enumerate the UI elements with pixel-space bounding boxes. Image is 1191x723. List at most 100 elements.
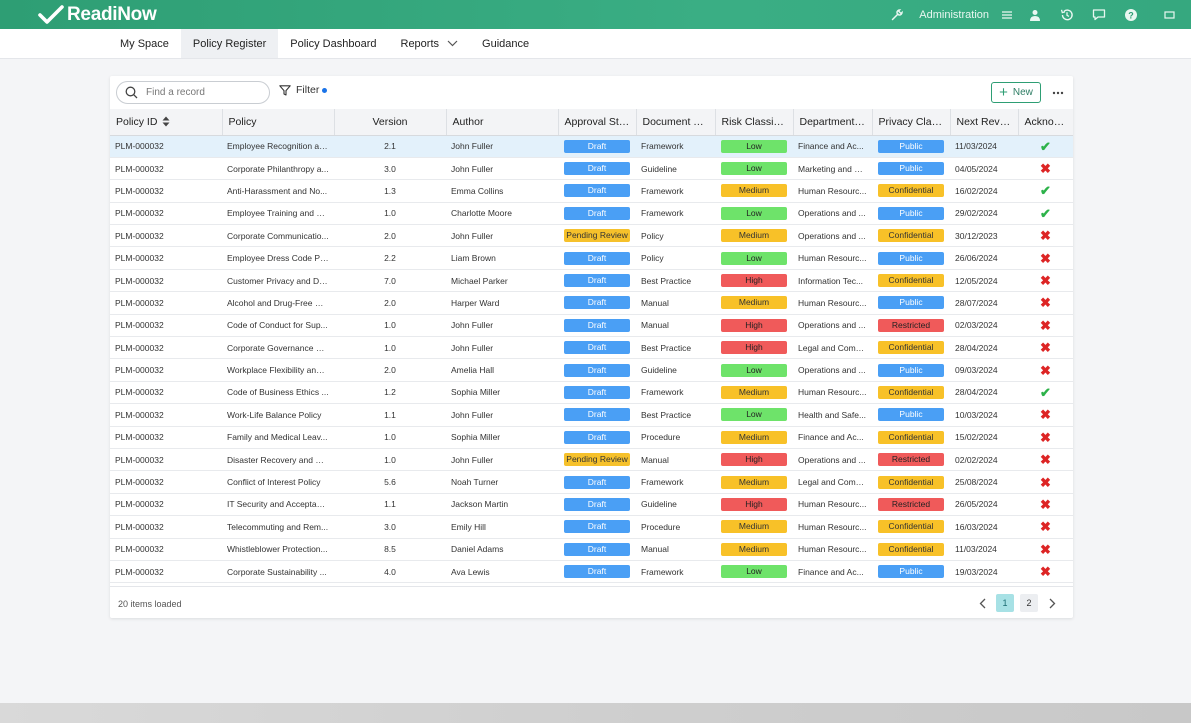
- department-cell: Legal and Comp...: [793, 470, 872, 494]
- table-row[interactable]: PLM-000032 Code of Conduct for Sup... 1.0 J…: [110, 314, 1073, 338]
- wrench-icon[interactable]: [881, 0, 913, 29]
- version-cell: 1.0: [334, 426, 446, 449]
- nav-policy-register[interactable]: Policy Register: [180, 29, 279, 58]
- table-row[interactable]: PLM-000032 Corporate Philanthropy a... 3.0…: [110, 157, 1073, 181]
- next-page-icon[interactable]: [1041, 594, 1063, 612]
- table-row[interactable]: PLM-000032 Work-Life Balance Policy 1.1 Joh…: [110, 403, 1073, 427]
- nav-guidance[interactable]: Guidance: [470, 29, 541, 58]
- search-box[interactable]: [116, 81, 270, 104]
- table-row[interactable]: PLM-000032 Customer Privacy and Da... 7.0 M…: [110, 269, 1073, 293]
- checkmark-icon: ✔: [1040, 138, 1051, 154]
- author-cell: Daniel Adams: [446, 538, 558, 561]
- cross-icon: ✖: [1040, 295, 1051, 311]
- table-row[interactable]: PLM-000032 Alcohol and Drug-Free W... 2.0 H…: [110, 291, 1073, 315]
- table-row[interactable]: PLM-000032 Whistleblower Protection... 8.5…: [110, 538, 1073, 561]
- checkmark-icon: ✔: [1040, 183, 1051, 199]
- policy-id-cell: PLM-000032: [110, 246, 222, 270]
- column-header-document-type[interactable]: Document Ty...: [636, 109, 716, 136]
- next-review-cell: 28/04/2024: [950, 381, 1018, 405]
- table-row[interactable]: PLM-000032 Employee Recognition an... 2.1 J…: [110, 135, 1073, 158]
- acknowledged-cell: ✖: [1018, 426, 1073, 449]
- approval-status-cell: Pending Review: [558, 224, 636, 248]
- new-record-button[interactable]: + New: [991, 82, 1041, 103]
- approval-status-badge: Draft: [564, 139, 630, 153]
- table-row[interactable]: PLM-000032 Anti-Harassment and No... 1.3 Em…: [110, 179, 1073, 203]
- approval-status-cell: Pending Review: [558, 448, 636, 472]
- table-row[interactable]: PLM-000032 Telecommuting and Rem... 3.0 Emi…: [110, 515, 1073, 539]
- more-options-icon[interactable]: [1050, 82, 1066, 103]
- policy-name-cell: Family and Medical Leav...: [222, 426, 334, 449]
- table-row[interactable]: PLM-000032 Corporate Governance an... 1.0 J…: [110, 336, 1073, 360]
- document-type-cell: Framework: [636, 560, 715, 584]
- risk-classification-badge: Medium: [721, 542, 787, 556]
- approval-status-badge: Draft: [564, 251, 630, 265]
- column-header-policy-id[interactable]: Policy ID: [110, 109, 223, 136]
- approval-status-cell: Draft: [558, 381, 636, 405]
- filter-button[interactable]: Filter: [279, 84, 328, 96]
- approval-status-badge: Draft: [564, 296, 630, 310]
- chat-icon[interactable]: [1083, 0, 1115, 29]
- version-cell: 2.0: [334, 358, 446, 382]
- table-row[interactable]: PLM-000032 IT Security and Acceptabl... 1.…: [110, 493, 1073, 517]
- column-header-privacy-classification[interactable]: Privacy Class...: [872, 109, 951, 136]
- risk-classification-cell: Medium: [715, 426, 793, 449]
- department-cell: Operations and ...: [793, 314, 872, 338]
- approval-status-cell: Draft: [558, 560, 636, 584]
- previous-page-icon[interactable]: [971, 594, 993, 612]
- column-header-next-review[interactable]: Next Revie...: [950, 109, 1019, 136]
- page-button-2[interactable]: 2: [1020, 594, 1038, 612]
- policy-id-cell: PLM-000032: [110, 560, 222, 584]
- next-review-cell: 16/03/2024: [950, 515, 1018, 539]
- policy-table: Policy ID Policy Version Author Approval…: [110, 109, 1073, 584]
- nav-label: My Space: [120, 37, 169, 50]
- risk-classification-badge: Medium: [721, 385, 787, 399]
- policy-id-cell: PLM-000032: [110, 426, 222, 449]
- approval-status-cell: Draft: [558, 426, 636, 449]
- document-type-cell: Manual: [636, 448, 715, 472]
- nav-reports[interactable]: Reports: [389, 29, 471, 58]
- table-row[interactable]: PLM-000032 Employee Dress Code Po... 2.2 Li…: [110, 246, 1073, 270]
- table-row[interactable]: PLM-000032 Workplace Flexibility and ... 2…: [110, 358, 1073, 382]
- table-row[interactable]: PLM-000032 Conflict of Interest Policy 5.6…: [110, 470, 1073, 494]
- policy-id-cell: PLM-000032: [110, 538, 222, 561]
- privacy-classification-badge: Public: [878, 363, 944, 377]
- column-header-author[interactable]: Author: [446, 109, 559, 136]
- table-row[interactable]: PLM-000032 Family and Medical Leav... 1.0 S…: [110, 426, 1073, 449]
- policy-name-cell: Employee Dress Code Po...: [222, 246, 334, 270]
- approval-status-cell: Draft: [558, 135, 636, 158]
- user-icon[interactable]: [1019, 0, 1051, 29]
- policy-id-cell: PLM-000032: [110, 291, 222, 315]
- nav-my-space[interactable]: My Space: [108, 29, 181, 58]
- sort-icon[interactable]: [162, 116, 170, 127]
- column-header-risk-classification[interactable]: Risk Classific...: [715, 109, 794, 136]
- nav-policy-dashboard[interactable]: Policy Dashboard: [278, 29, 388, 58]
- risk-classification-cell: Low: [715, 202, 793, 226]
- table-row[interactable]: PLM-000032 Corporate Communicatio... 2.0 Jo…: [110, 224, 1073, 248]
- page-button-1[interactable]: 1: [996, 594, 1014, 612]
- column-header-version[interactable]: Version: [334, 109, 447, 136]
- fullscreen-icon[interactable]: [1147, 0, 1191, 29]
- column-header-policy[interactable]: Policy: [222, 109, 335, 136]
- next-review-cell: 28/04/2024: [950, 336, 1018, 360]
- history-icon[interactable]: [1051, 0, 1083, 29]
- column-header-approval-status[interactable]: Approval Stat...: [558, 109, 637, 136]
- department-cell: Information Tec...: [793, 269, 872, 293]
- column-header-department[interactable]: Departmenta...: [793, 109, 873, 136]
- privacy-classification-cell: Public: [872, 358, 950, 382]
- privacy-classification-badge: Confidential: [878, 274, 944, 288]
- hamburger-menu-icon[interactable]: [995, 0, 1019, 29]
- column-header-acknowledged[interactable]: Acknow...: [1018, 109, 1073, 136]
- search-input[interactable]: [146, 87, 256, 98]
- cross-icon: ✖: [1040, 161, 1051, 177]
- table-row[interactable]: PLM-000032 Employee Training and D... 1.0 C…: [110, 202, 1073, 226]
- administration-link[interactable]: Administration: [919, 9, 989, 21]
- cross-icon: ✖: [1040, 429, 1051, 445]
- table-row[interactable]: PLM-000032 Disaster Recovery and Bu... 1.0…: [110, 448, 1073, 472]
- top-bar: ReadiNow Administration ?: [0, 0, 1191, 29]
- department-cell: Human Resourc...: [793, 538, 872, 561]
- table-row[interactable]: PLM-000032 Code of Business Ethics ... 1.2…: [110, 381, 1073, 405]
- help-icon[interactable]: ?: [1115, 0, 1147, 29]
- table-row[interactable]: PLM-000032 Corporate Sustainability ... 4.…: [110, 560, 1073, 584]
- risk-classification-badge: Low: [721, 206, 787, 220]
- app-logo[interactable]: ReadiNow: [38, 4, 157, 26]
